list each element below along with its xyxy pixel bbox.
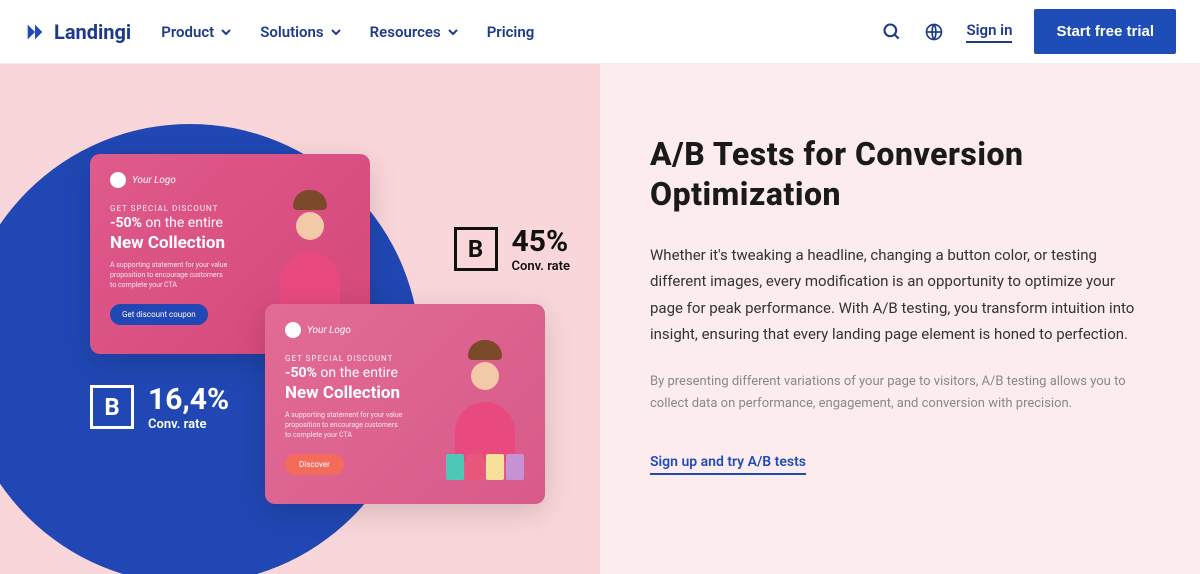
nav-solutions[interactable]: Solutions [260,23,341,41]
hero-paragraph-1: Whether it's tweaking a headline, changi… [650,242,1150,347]
search-icon [882,22,902,42]
nav-resources[interactable]: Resources [370,23,459,41]
globe-icon [924,22,944,42]
variant-badge-top: B 45% Conv. rate [454,224,570,274]
signup-ab-tests-link[interactable]: Sign up and try A/B tests [650,454,806,475]
signin-link[interactable]: Sign in [966,21,1012,43]
variant-badge-left: B 16,4% Conv. rate [90,382,229,432]
preview-subtext: A supporting statement for your value pr… [110,261,230,290]
hero-illustration: Your Logo GET SPECIAL DISCOUNT -50% on t… [0,64,600,574]
nav-product[interactable]: Product [161,23,232,41]
variant-letter: B [90,385,134,429]
chevron-down-icon [330,26,342,38]
chevron-down-icon [447,26,459,38]
logo-text: Landingi [54,20,131,44]
header: Landingi Product Solutions Resources Pri… [0,0,1200,64]
variant-letter: B [454,227,498,271]
main-nav: Product Solutions Resources Pricing [161,23,534,41]
header-right: Sign in Start free trial [882,9,1176,54]
logo-icon [24,21,46,43]
hero-paragraph-2: By presenting different variations of yo… [650,371,1150,415]
start-trial-button[interactable]: Start free trial [1034,9,1176,54]
preview-card-b: Your Logo GET SPECIAL DISCOUNT -50% on t… [265,304,545,504]
preview-subtext: A supporting statement for your value pr… [285,411,405,440]
nav-pricing[interactable]: Pricing [487,23,535,41]
preview-cta-orange: Discover [285,454,344,475]
hero-title: A/B Tests for Conversion Optimization [650,134,1150,214]
preview-cta-blue: Get discount coupon [110,304,208,325]
search-button[interactable] [882,22,902,42]
hero-section: Your Logo GET SPECIAL DISCOUNT -50% on t… [0,64,1200,574]
hero-content: A/B Tests for Conversion Optimization Wh… [600,64,1200,574]
conversion-percent: 16,4% [148,382,229,417]
logo[interactable]: Landingi [24,20,131,44]
person-illustration [435,334,535,494]
conversion-label: Conv. rate [512,259,570,274]
language-button[interactable] [924,22,944,42]
conversion-percent: 45% [512,224,570,259]
conversion-label: Conv. rate [148,417,229,432]
chevron-down-icon [220,26,232,38]
